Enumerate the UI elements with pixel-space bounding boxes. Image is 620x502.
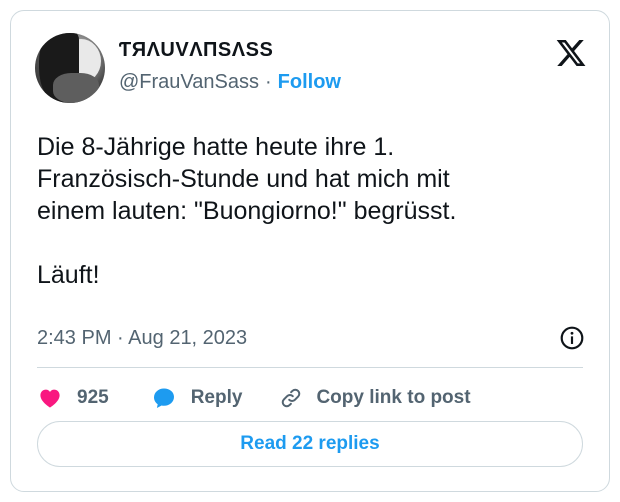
x-logo-icon[interactable] <box>555 37 587 69</box>
post-date: Aug 21, 2023 <box>128 327 248 349</box>
author-handle[interactable]: @FrauVanSass <box>119 71 259 94</box>
post-actions: 925 Reply Copy link to post <box>37 383 471 413</box>
post-text: Die 8-Jährige hatte heute ihre 1. Franzö… <box>37 131 597 291</box>
embedded-post-card: ƬЯΛUVΛПSΛSS @FrauVanSass · Follow Die 8-… <box>10 10 610 492</box>
post-time: 2:43 PM <box>37 327 112 349</box>
link-icon <box>282 388 301 408</box>
author-display-name[interactable]: ƬЯΛUVΛПSΛSS <box>119 39 273 62</box>
copy-link-label: Copy link to post <box>316 387 471 408</box>
handle-separator: · <box>265 71 272 93</box>
timestamp-separator: · <box>117 327 124 349</box>
avatar-hand <box>53 73 99 103</box>
reply-action[interactable]: Reply <box>151 386 243 410</box>
heart-icon <box>40 389 60 408</box>
avatar[interactable] <box>35 33 105 103</box>
post-timestamp[interactable]: 2:43 PM · Aug 21, 2023 <box>37 327 247 350</box>
divider <box>37 367 583 368</box>
reply-bubble-icon <box>153 388 174 408</box>
post-text-line: Die 8-Jährige hatte heute ihre 1. <box>37 133 395 161</box>
post-text-closing: Läuft! <box>37 261 100 289</box>
follow-button[interactable]: Follow <box>278 71 341 94</box>
read-replies-button[interactable]: Read 22 replies <box>37 421 583 467</box>
likes-count: 925 <box>77 387 109 408</box>
copy-link-action[interactable]: Copy link to post <box>278 386 471 410</box>
like-action[interactable]: 925 <box>37 386 109 410</box>
info-icon[interactable] <box>559 325 585 351</box>
read-replies-label: Read 22 replies <box>240 433 380 454</box>
post-text-line: einem lauten: "Buongiorno!" begrüsst. <box>37 197 457 225</box>
reply-label: Reply <box>190 387 243 408</box>
author-handle-row: @FrauVanSass · Follow <box>119 71 341 94</box>
post-text-line: Französisch-Stunde und hat mich mit <box>37 165 450 193</box>
